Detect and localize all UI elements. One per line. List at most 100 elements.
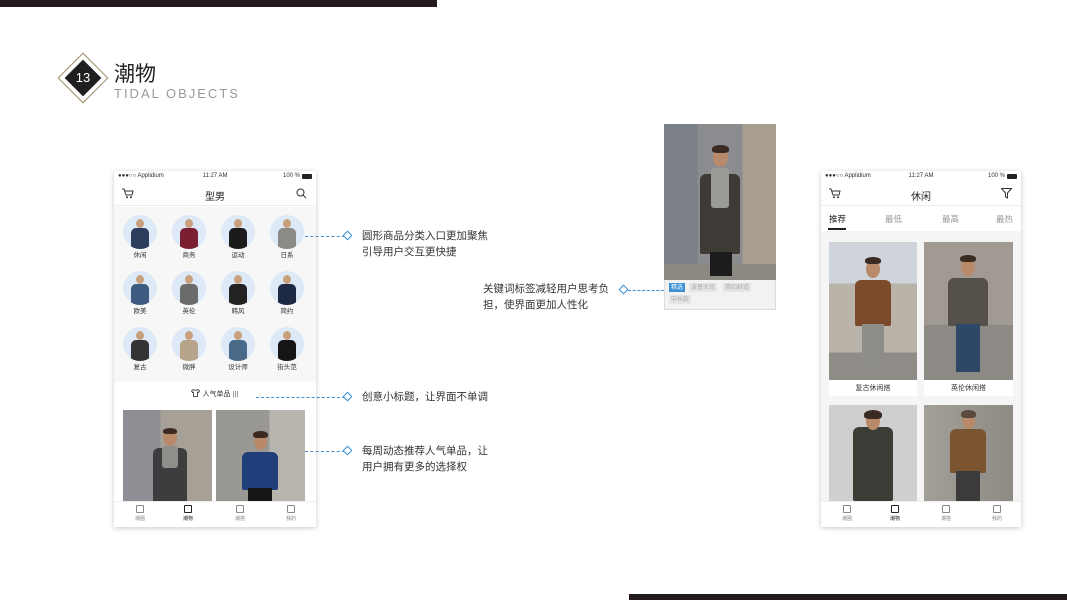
category-item[interactable]: 设计师 [218,327,258,372]
product-photo[interactable] [924,242,1013,380]
tab-icon [136,505,144,513]
category-label: 日系 [280,251,294,259]
tab-label: 潮物 [889,516,900,522]
callout-line: 创意小标题，让界面不单调 [362,391,488,403]
category-avatar [270,327,304,361]
tab-icon [287,505,295,513]
status-battery-text: 100 % [987,173,1005,179]
decorative-bars-icon: ||| [232,391,239,398]
tab-label: 潮搭 [234,516,245,522]
keyword-tag[interactable]: 简约舒适 [723,283,752,292]
callout-tags: 关键词标签减轻用户思考负 担，使界面更加人性化 [483,281,609,313]
phone-mockup-left: ●●●○○ Applidium 11:27 AM 100 % 型男 休闲 商务 … [114,171,316,527]
keyword-tag-active[interactable]: 精选 [669,283,686,292]
tab-label: 潮圈 [134,516,145,522]
category-label: 欧美 [133,307,147,315]
tab-item[interactable]: 潮圈 [125,505,155,522]
tab-item[interactable]: 潮圈 [832,505,862,522]
photo-figure-legs [956,324,980,372]
tab-icon [184,505,192,513]
search-icon[interactable] [296,188,307,199]
popular-items-label: 人气单品 [202,390,231,398]
category-item[interactable]: 商务 [169,215,209,260]
keyword-tag[interactable]: 波普大衣 [689,283,718,292]
category-item[interactable]: 微胖 [169,327,209,372]
category-avatar [270,215,304,249]
category-item[interactable]: 韩风 [218,271,258,316]
tab-item[interactable]: 我的 [276,505,306,522]
product-photo[interactable] [829,405,917,501]
category-avatar [172,271,206,305]
category-label: 商务 [182,251,196,259]
category-item[interactable]: 街头范 [267,327,307,372]
photo-figure-jacket [242,452,278,490]
category-avatar [270,271,304,305]
top-dark-bar [0,0,437,7]
category-label: 微胖 [182,363,196,371]
status-battery-text: 100 % [282,173,300,179]
filter-icon[interactable] [1001,188,1012,199]
photo-figure-legs [710,252,732,276]
category-item[interactable]: 日系 [267,215,307,260]
battery-icon [1007,174,1017,179]
tab-item[interactable]: 潮搭 [931,505,961,522]
sort-tab[interactable]: 最低 [885,213,902,225]
tab-label: 我的 [991,516,1002,522]
sort-tabs: 推荐 最低 最高 最热 [821,207,1021,231]
tab-bar: 潮圈 潮物 潮搭 我的 [821,501,1021,527]
sort-tab[interactable]: 最高 [942,213,959,225]
category-avatar [221,327,255,361]
tab-icon [942,505,950,513]
section-number-badge: 13 [57,52,109,104]
product-photo[interactable] [924,405,1013,501]
tab-item[interactable]: 我的 [982,505,1012,522]
product-photo[interactable] [123,410,212,502]
status-bar: ●●●○○ Applidium 11:27 AM 100 % [821,171,1021,182]
category-item[interactable]: 运动 [218,215,258,260]
category-label: 运动 [231,251,245,259]
photo-figure-legs [956,471,980,501]
tab-icon [993,505,1001,513]
callout-line: 引导用户交互更快捷 [362,246,457,258]
callout-connector [256,397,345,398]
category-grid: 休闲 商务 运动 日系 欧美 英伦 韩风 简约 复古 微胖 设计师 街头范 [114,207,316,382]
callout-line: 每周动态推荐人气单品，让 [362,445,488,457]
battery-icon [302,174,312,179]
category-label: 复古 [133,363,147,371]
photo-figure-legs [248,488,272,502]
tab-label: 潮物 [182,516,193,522]
tab-item[interactable]: 潮搭 [225,505,255,522]
category-label: 简约 [280,307,294,315]
sort-tab[interactable]: 最热 [996,213,1013,225]
product-caption: 英伦休闲搭 [924,380,1013,396]
keyword-tag[interactable]: 中长款 [669,295,692,304]
tab-icon [843,505,851,513]
photo-figure-hair [712,145,729,153]
callout-line: 圆形商品分类入口更加聚焦 [362,230,488,242]
featured-product-photo[interactable] [664,124,776,280]
category-item[interactable]: 简约 [267,271,307,316]
tab-icon [236,505,244,513]
photo-figure-hair [253,431,268,438]
nav-title: 型男 [205,192,225,203]
photo-figure-scarf [711,168,729,208]
photo-figure-scarf [162,446,178,468]
section-title-en: TIDAL OBJECTS [114,86,240,101]
photo-figure-coat [853,427,893,501]
product-photo[interactable] [829,242,917,380]
badge-number: 13 [75,70,91,85]
photo-figure-hair [865,257,881,264]
category-item[interactable]: 英伦 [169,271,209,316]
product-photo[interactable] [216,410,305,502]
tab-item-active[interactable]: 潮物 [173,505,203,522]
category-item[interactable]: 欧美 [120,271,160,316]
category-item[interactable]: 休闲 [120,215,160,260]
sort-tab-active[interactable]: 推荐 [829,213,846,225]
tab-label: 我的 [285,516,296,522]
category-item[interactable]: 复古 [120,327,160,372]
tab-item-active[interactable]: 潮物 [880,505,910,522]
callout-diamond-icon [342,445,353,456]
photo-figure-hair [163,428,177,434]
callout-subtitle: 创意小标题，让界面不单调 [362,389,488,405]
nav-bar: 休闲 [821,182,1021,206]
